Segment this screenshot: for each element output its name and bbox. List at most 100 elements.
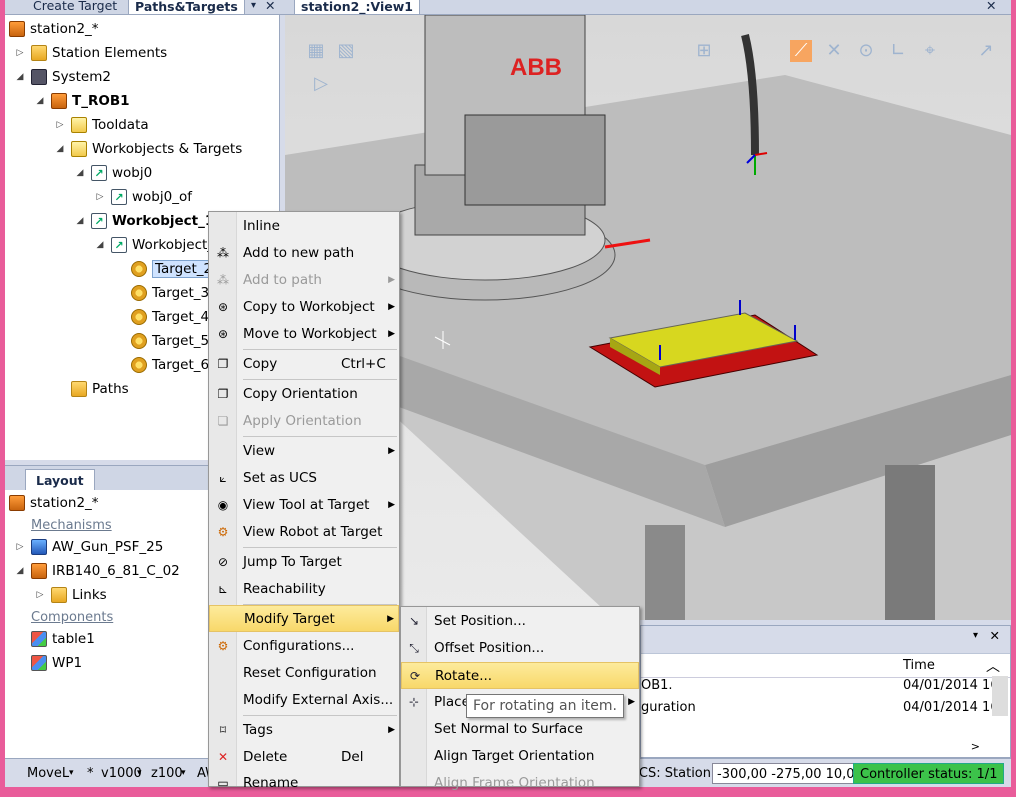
- chevron-down-icon[interactable]: ▾: [137, 763, 142, 784]
- menu-item-copy-to-workobject[interactable]: ⊛ Copy to Workobject ▶: [209, 294, 399, 321]
- speed-dropdown[interactable]: v1000: [101, 763, 142, 784]
- expand-icon[interactable]: ▷: [95, 192, 105, 202]
- collapse-icon[interactable]: ◢: [75, 168, 85, 178]
- tab-create-target[interactable]: Create Target: [27, 0, 123, 14]
- scrollbar[interactable]: [992, 676, 1008, 716]
- output-row[interactable]: OB1.: [641, 678, 673, 693]
- layout-robot[interactable]: ◢ IRB140_6_81_C_02: [15, 560, 180, 582]
- close-icon[interactable]: ✕: [259, 0, 281, 14]
- instruction-dropdown[interactable]: MoveL: [27, 763, 69, 784]
- rotate-icon: ⟳: [409, 669, 421, 683]
- menu-item-set-position[interactable]: ↘ Set Position...: [401, 608, 639, 635]
- layout-table[interactable]: table1: [31, 628, 95, 650]
- view-toolbar-icon[interactable]: ⊙: [855, 40, 877, 62]
- collapse-icon[interactable]: ◢: [95, 240, 105, 250]
- menu-item-apply-orientation[interactable]: ❏ Apply Orientation: [209, 408, 399, 435]
- view-toolbar-icon[interactable]: ∟: [887, 40, 909, 62]
- menu-item-view-tool-at-target[interactable]: ◉ View Tool at Target ▶: [209, 492, 399, 519]
- layout-gun[interactable]: ▷ AW_Gun_PSF_25: [15, 536, 163, 558]
- tree-robot[interactable]: ◢ T_ROB1: [35, 90, 130, 112]
- scroll-right-icon[interactable]: >: [971, 740, 980, 753]
- zone-dropdown[interactable]: z100: [151, 763, 183, 784]
- menu-item-modify-external-axis[interactable]: Modify External Axis...: [209, 687, 399, 714]
- view-toolbar-icon[interactable]: ⊞: [693, 40, 715, 62]
- menu-item-rotate[interactable]: ⟳ Rotate...: [401, 662, 639, 689]
- view-toolbar-icon[interactable]: ✕: [823, 40, 845, 62]
- close-icon[interactable]: ✕: [990, 628, 1000, 643]
- tab-layout[interactable]: Layout: [25, 469, 95, 491]
- star-dropdown[interactable]: *: [87, 763, 94, 784]
- menu-item-offset-position[interactable]: ⤡ Offset Position...: [401, 635, 639, 662]
- collapse-icon[interactable]: ◢: [35, 96, 45, 106]
- output-row[interactable]: guration: [641, 700, 696, 715]
- menu-item-inline[interactable]: Inline: [209, 213, 399, 240]
- tree-workobject1[interactable]: ◢ ↗ Workobject_1: [75, 210, 214, 232]
- view-toolbar-icon[interactable]: ▦: [305, 40, 327, 62]
- menu-item-add-to-new-path[interactable]: ⁂ Add to new path: [209, 240, 399, 267]
- tree-target[interactable]: Target_50: [131, 330, 218, 352]
- tree-system[interactable]: ◢ System2: [15, 66, 111, 88]
- layout-wp[interactable]: WP1: [31, 652, 82, 674]
- menu-item-configurations[interactable]: ⚙ Configurations...: [209, 633, 399, 660]
- tab-view[interactable]: station2_:View1: [294, 0, 421, 14]
- layout-components-group: Components: [31, 609, 114, 625]
- collapse-icon[interactable]: ◢: [15, 566, 25, 576]
- tag-icon: ⌑: [219, 723, 227, 737]
- view-toolbar-icon[interactable]: ▧: [335, 40, 357, 62]
- view-toolbar-icon[interactable]: ⌖: [919, 40, 941, 62]
- menu-item-align-frame-orientation[interactable]: Align Frame Orientation: [401, 770, 639, 797]
- tree-wobj0[interactable]: ◢ ↗ wobj0: [75, 162, 152, 184]
- tree-workobjects-targets[interactable]: ◢ Workobjects & Targets: [55, 138, 242, 160]
- menu-item-set-as-ucs[interactable]: ⟀ Set as UCS: [209, 465, 399, 492]
- close-icon[interactable]: ✕: [980, 0, 1002, 14]
- path-icon: ⁂: [217, 246, 229, 260]
- collapse-icon[interactable]: ◢: [75, 216, 85, 226]
- play-icon[interactable]: ▷: [310, 73, 332, 95]
- coordinates-field[interactable]: -300,00 -275,00 10,00: [712, 763, 868, 784]
- menu-item-reset-configuration[interactable]: Reset Configuration: [209, 660, 399, 687]
- copy-icon: ❐: [217, 387, 229, 401]
- menu-item-modify-target[interactable]: Modify Target ▶: [209, 605, 399, 632]
- output-columns: Time ︿: [641, 654, 1010, 678]
- collapse-icon[interactable]: ◢: [55, 144, 65, 154]
- menu-item-set-normal[interactable]: Set Normal to Surface: [401, 716, 639, 743]
- menu-item-add-to-path[interactable]: ⁂ Add to path ▶: [209, 267, 399, 294]
- tree-paths[interactable]: Paths: [71, 378, 129, 400]
- layout-links[interactable]: ▷ Links: [35, 584, 107, 606]
- expand-icon[interactable]: ▷: [55, 120, 65, 130]
- chevron-down-icon[interactable]: ▾: [69, 763, 74, 784]
- tree-station[interactable]: station2_*: [9, 18, 99, 40]
- menu-item-copy[interactable]: ❐ Copy Ctrl+C: [209, 351, 399, 378]
- snap-icon[interactable]: ⟋: [790, 40, 812, 62]
- svg-text:ABB: ABB: [510, 54, 562, 81]
- tree-target[interactable]: Target_30: [131, 282, 218, 304]
- menu-item-tags[interactable]: ⌑ Tags ▶: [209, 717, 399, 744]
- menu-item-delete[interactable]: ✕ Delete Del: [209, 744, 399, 771]
- reach-icon: ⊾: [217, 582, 229, 596]
- tab-paths-targets[interactable]: Paths&Targets: [128, 0, 245, 14]
- menu-item-view-robot-at-target[interactable]: ⚙ View Robot at Target: [209, 519, 399, 546]
- menu-item-rename[interactable]: ▭ Rename: [209, 770, 399, 797]
- tree-wobj0-of[interactable]: ▷ ↗ wobj0_of: [95, 186, 192, 208]
- tree-station-elements[interactable]: ▷ Station Elements: [15, 42, 167, 64]
- pin-icon[interactable]: ▾: [973, 630, 978, 641]
- layout-station[interactable]: station2_*: [9, 492, 99, 514]
- menu-item-jump-to-target[interactable]: ⊘ Jump To Target: [209, 549, 399, 576]
- expand-icon[interactable]: ▷: [35, 590, 45, 600]
- tree-target[interactable]: Target_60: [131, 354, 218, 376]
- menu-item-reachability[interactable]: ⊾ Reachability: [209, 576, 399, 603]
- collapse-icon[interactable]: ◢: [15, 72, 25, 82]
- expand-icon[interactable]: ▷: [15, 542, 25, 552]
- view-toolbar-icon[interactable]: ↗: [975, 40, 997, 62]
- menu-item-view[interactable]: View ▶: [209, 438, 399, 465]
- tree-target[interactable]: Target_40: [131, 306, 218, 328]
- tree-tooldata[interactable]: ▷ Tooldata: [55, 114, 149, 136]
- time-column-header[interactable]: Time: [903, 658, 935, 673]
- chevron-down-icon[interactable]: ▾: [181, 763, 186, 784]
- menu-item-move-to-workobject[interactable]: ⊛ Move to Workobject ▶: [209, 321, 399, 348]
- expand-icon[interactable]: ▷: [15, 48, 25, 58]
- chevron-up-icon[interactable]: ︿: [986, 656, 1000, 676]
- menu-item-align-target-orientation[interactable]: Align Target Orientation: [401, 743, 639, 770]
- controller-status[interactable]: Controller status: 1/1: [853, 763, 1005, 784]
- menu-item-copy-orientation[interactable]: ❐ Copy Orientation: [209, 381, 399, 408]
